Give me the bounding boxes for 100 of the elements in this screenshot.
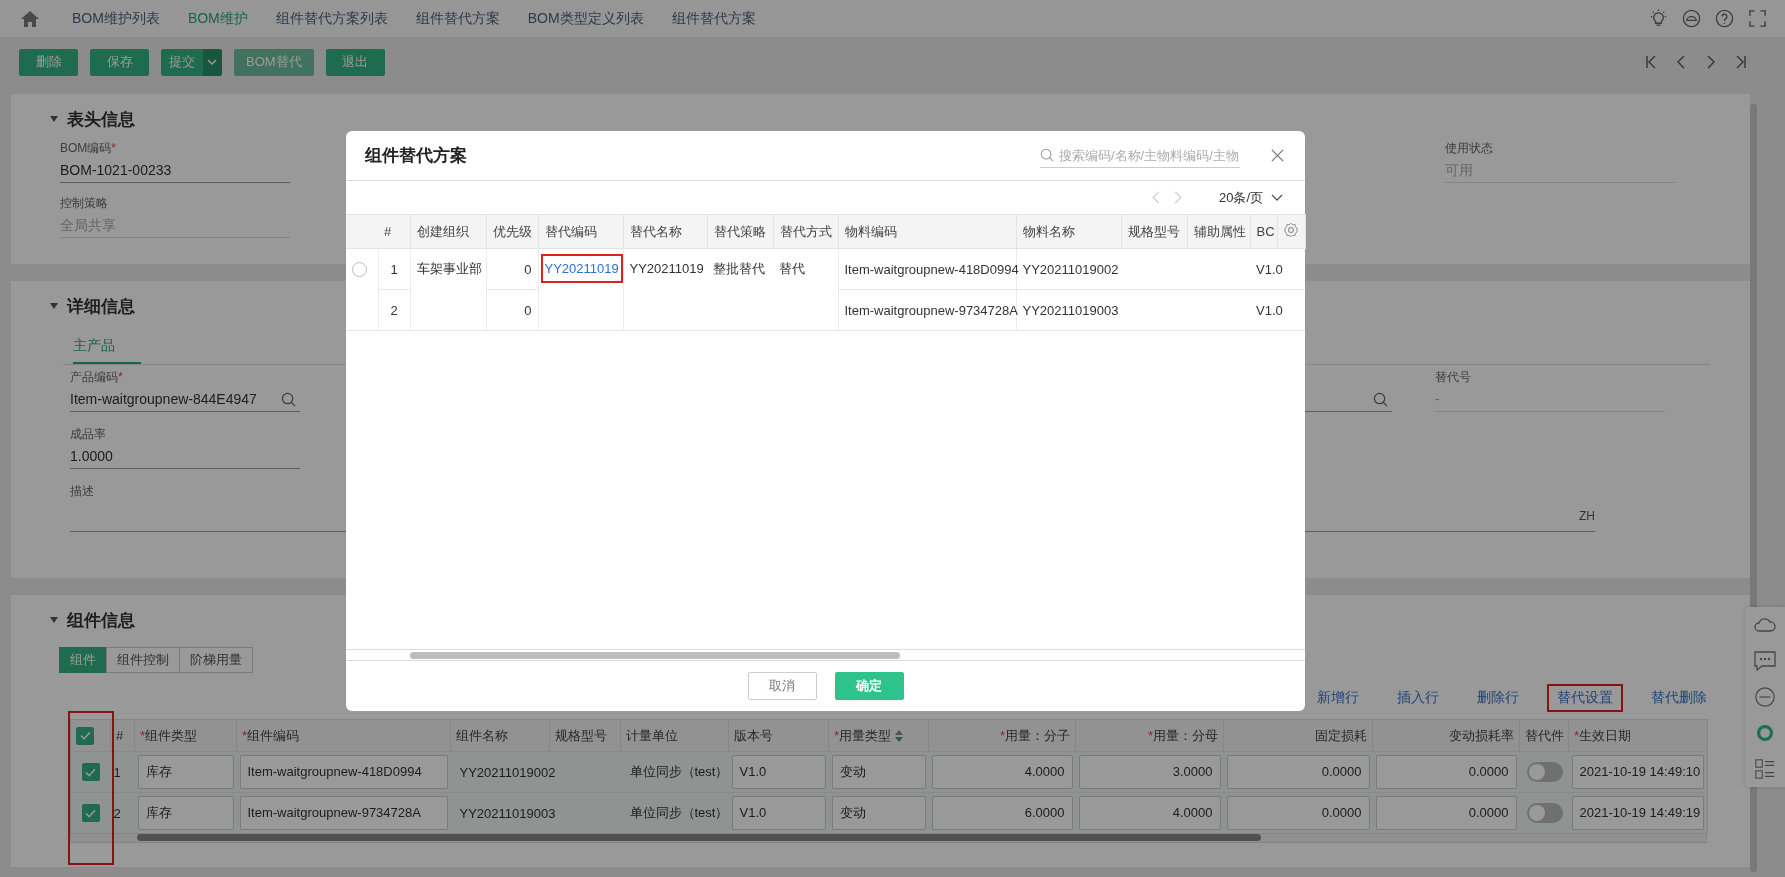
cell-input[interactable]: 2021-10-19 14:49:19	[1571, 796, 1704, 830]
field-label: 产品编码*	[70, 369, 124, 386]
home-icon[interactable]	[20, 9, 40, 28]
cell-input[interactable]: 0.0000	[1226, 796, 1370, 830]
collapse-icon[interactable]	[49, 615, 59, 625]
field-label: BOM编码*	[60, 140, 117, 157]
cell-input[interactable]: 6.0000	[931, 796, 1073, 830]
first-page-icon[interactable]	[1645, 54, 1657, 70]
column-header: #	[384, 224, 392, 239]
cell-input[interactable]: Item-waitgroupnew-9734728A	[239, 796, 448, 830]
lookup-field[interactable]: Item-waitgroupnew-844E4947	[70, 387, 300, 412]
row-number: 2	[390, 302, 398, 318]
cell-input[interactable]: V1.0	[731, 796, 826, 830]
section-title: 组件信息	[67, 609, 135, 632]
cell-input[interactable]: 0.0000	[1375, 755, 1517, 789]
code-link[interactable]: YY20211019	[540, 254, 623, 283]
table-cell: YY20211019	[629, 261, 704, 276]
dome-circle-icon[interactable]	[1682, 9, 1701, 28]
cell-input[interactable]: 4.0000	[1078, 796, 1221, 830]
settings-icon[interactable]	[1283, 222, 1299, 238]
nav-tab[interactable]: 组件替代方案列表	[261, 9, 402, 28]
column-header: 物料名称	[1022, 223, 1075, 239]
dropdown-button[interactable]	[203, 48, 222, 76]
column-header: #	[116, 728, 124, 743]
table-cell: YY20211019002	[1022, 261, 1119, 277]
tab[interactable]: 主产品	[73, 331, 141, 364]
column-header: 替代名称	[629, 223, 682, 239]
nav-tab[interactable]: 组件替代方案	[401, 9, 514, 28]
last-page-icon[interactable]	[1735, 54, 1747, 70]
column-header: 替代件	[1525, 727, 1564, 743]
nav-tab[interactable]: BOM类型定义列表	[513, 9, 658, 28]
next-icon[interactable]	[1705, 54, 1717, 70]
toggle-switch[interactable]	[1526, 803, 1563, 823]
caret-icon	[207, 59, 217, 65]
checkbox[interactable]	[81, 804, 100, 822]
cell-input[interactable]: 3.0000	[1078, 755, 1221, 789]
action-link[interactable]: 插入行	[1387, 684, 1449, 712]
chat-icon[interactable]	[1753, 650, 1777, 672]
column-header: 物料编码	[844, 223, 897, 239]
field-label: 替代号	[1435, 369, 1472, 386]
table-cell: 车架事业部	[416, 261, 482, 276]
cell-input[interactable]: 4.0000	[931, 755, 1073, 789]
segment-tab[interactable]: 组件控制	[106, 647, 180, 673]
action-link[interactable]: 删除行	[1467, 684, 1529, 712]
cell-input[interactable]: 库存	[137, 796, 234, 830]
cell-input[interactable]: 变动	[831, 755, 926, 789]
column-header: 规格型号	[1127, 223, 1180, 239]
nav-tab[interactable]: BOM维护列表	[58, 9, 174, 28]
scrollbar-thumb[interactable]	[137, 834, 1261, 841]
cell-input[interactable]: Item-waitgroupnew-418D0994	[239, 755, 448, 789]
table-cell-text: 单位同步（test）	[628, 805, 730, 820]
input-field[interactable]: BOM-1021-00233	[60, 158, 290, 183]
scrollbar-thumb[interactable]	[410, 651, 900, 659]
lightbulb-icon[interactable]	[1649, 9, 1668, 28]
previous-icon[interactable]	[1675, 54, 1687, 70]
minus-circle-icon[interactable]	[1753, 686, 1777, 708]
table-cell-text: 单位同步（test）	[628, 764, 730, 779]
input-field[interactable]: 1.0000	[70, 444, 300, 469]
table-cell: Item-waitgroupnew-9734728A	[844, 302, 1018, 318]
dialog-title: 组件替代方案	[365, 145, 467, 167]
nav-tab[interactable]: BOM维护	[173, 9, 262, 28]
action-link[interactable]: 替代删除	[1641, 684, 1717, 712]
column-header: 优先级	[492, 223, 532, 239]
cell-input[interactable]: 变动	[831, 796, 926, 830]
cell-input[interactable]: 0.0000	[1226, 755, 1370, 789]
cancel-button[interactable]: 取消	[747, 672, 817, 700]
help-icon[interactable]	[1715, 9, 1734, 28]
table-cell: YY20211019003	[1022, 302, 1119, 318]
action-link[interactable]: 替代设置	[1547, 684, 1623, 712]
checkbox[interactable]	[81, 763, 100, 781]
table-cell: 替代	[779, 261, 805, 276]
row-number: 1	[113, 764, 121, 780]
language-tag[interactable]: ZH	[1579, 504, 1595, 528]
toggle-switch[interactable]	[1526, 762, 1563, 782]
checkbox[interactable]	[76, 726, 94, 745]
page-size-dropdown[interactable]: 20条/页	[1212, 187, 1289, 208]
search-icon[interactable]	[1373, 391, 1388, 407]
list-icon[interactable]	[1753, 758, 1777, 780]
column-header: 版本号	[734, 727, 773, 743]
collapse-icon[interactable]	[49, 114, 59, 124]
table-cell: 0	[524, 302, 532, 318]
cell-input[interactable]: V1.0	[731, 755, 826, 789]
close-icon[interactable]	[1270, 148, 1285, 163]
search-icon[interactable]	[281, 391, 296, 407]
cell-input[interactable]: 库存	[137, 755, 234, 789]
collapse-icon[interactable]	[49, 301, 59, 311]
table-cell: 0	[524, 261, 532, 277]
sort-icon[interactable]	[895, 730, 904, 743]
column-header: 创建组织	[416, 223, 469, 239]
column-header: 计量单位	[626, 727, 678, 743]
table-cell-text: YY20211019002	[458, 764, 557, 780]
segment-tab[interactable]: 阶梯用量	[179, 647, 253, 673]
action-link[interactable]: 新增行	[1307, 684, 1369, 712]
cell-input[interactable]: 2021-10-19 14:49:10	[1571, 755, 1704, 789]
check-icon	[79, 731, 91, 740]
column-header: *组件类型	[140, 727, 198, 743]
nav-tab[interactable]: 组件替代方案	[657, 9, 770, 28]
row-number: 1	[390, 261, 398, 277]
cell-input[interactable]: 0.0000	[1375, 796, 1517, 830]
fullscreen-icon[interactable]	[1748, 9, 1767, 28]
